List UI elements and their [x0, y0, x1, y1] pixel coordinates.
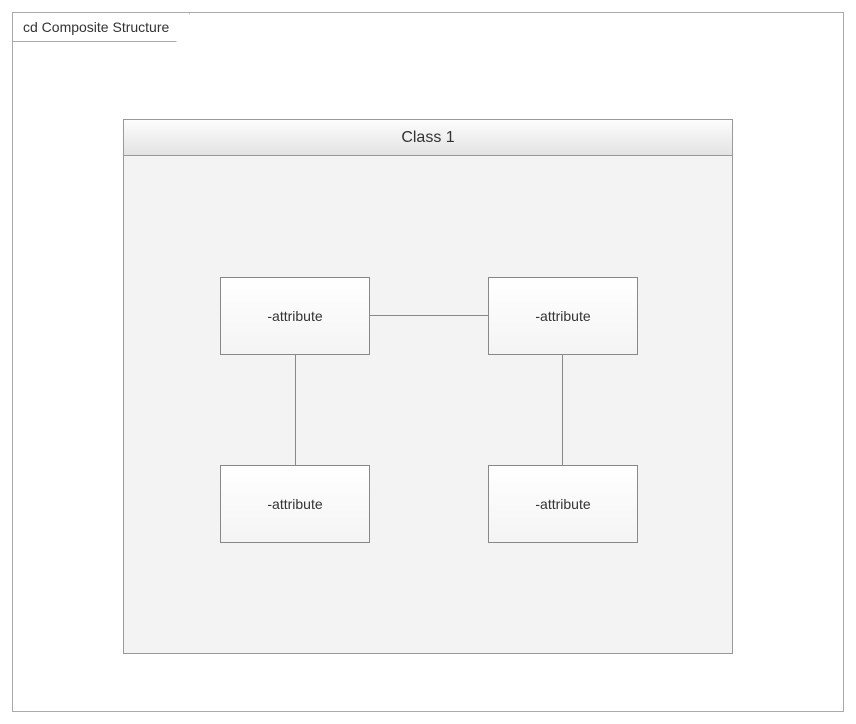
class-header: Class 1 [124, 120, 732, 156]
part-label: -attribute [267, 496, 322, 512]
connector-left [295, 355, 296, 465]
connector-right [562, 355, 563, 465]
connector-top [370, 315, 488, 316]
part-label: -attribute [535, 308, 590, 324]
part-top-left[interactable]: -attribute [220, 277, 370, 355]
frame-title: cd Composite Structure [23, 19, 169, 35]
part-bottom-right[interactable]: -attribute [488, 465, 638, 543]
part-top-right[interactable]: -attribute [488, 277, 638, 355]
frame-title-tab: cd Composite Structure [12, 12, 190, 42]
class-name: Class 1 [401, 129, 454, 147]
part-bottom-left[interactable]: -attribute [220, 465, 370, 543]
diagram-frame: cd Composite Structure Class 1 -attribut… [12, 12, 844, 712]
part-label: -attribute [535, 496, 590, 512]
class-container[interactable]: Class 1 -attribute -attribute -attribute… [123, 119, 733, 654]
part-label: -attribute [267, 308, 322, 324]
